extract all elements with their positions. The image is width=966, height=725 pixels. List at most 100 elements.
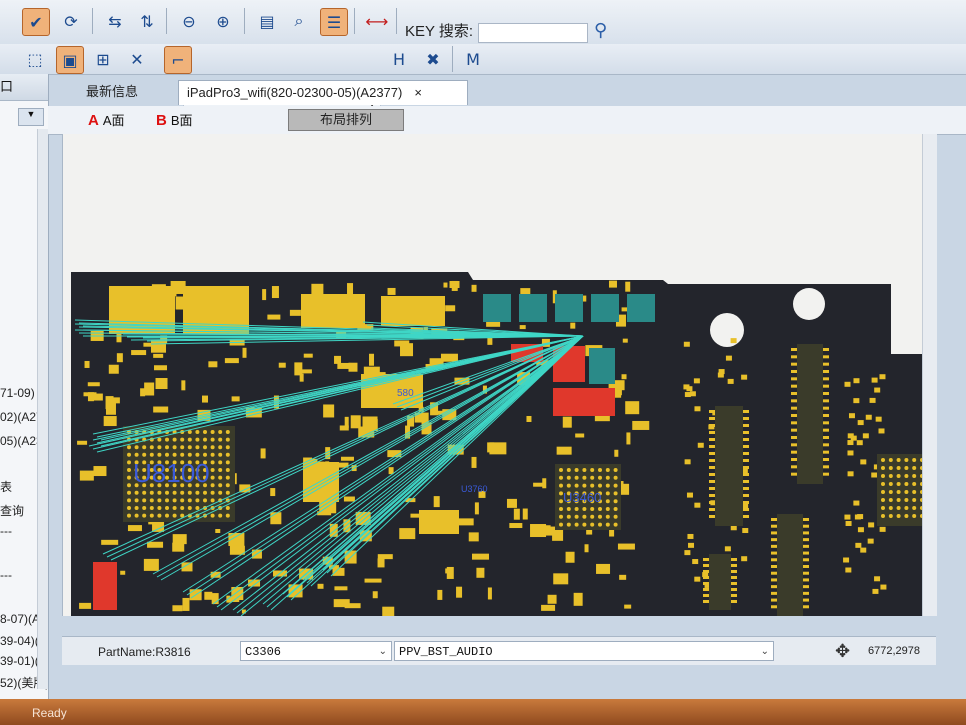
pad <box>692 559 699 565</box>
pin <box>709 487 715 490</box>
bga-ball <box>590 507 595 511</box>
pad <box>108 364 119 374</box>
probe-icon[interactable]: M <box>460 46 486 72</box>
fit-icon[interactable]: ▤ <box>254 8 280 34</box>
board-canvas[interactable]: U8100 U3460 U3760 580 <box>62 134 937 616</box>
zoom-90-icon[interactable]: ⟳ <box>58 8 84 34</box>
bga-ball <box>172 490 177 495</box>
pad <box>717 372 724 378</box>
check-icon[interactable]: ✔ <box>22 8 50 36</box>
bga-ball <box>613 468 618 472</box>
bga-ball <box>225 452 230 457</box>
bga-ball <box>904 506 909 510</box>
pad <box>474 502 479 515</box>
tab-side-b[interactable]: B B面 <box>156 110 193 132</box>
bga-ball <box>134 506 139 510</box>
connector <box>709 554 731 610</box>
pin <box>791 362 797 366</box>
bga-ball <box>896 490 901 494</box>
net-combo-value: PPV_BST_AUDIO <box>399 645 493 659</box>
pin <box>771 605 777 609</box>
measure-icon[interactable]: ⟷ <box>364 8 390 34</box>
tab-side-a[interactable]: A A面 <box>88 110 125 132</box>
list-icon[interactable]: ☰ <box>320 8 348 36</box>
toolbar-divider <box>92 8 93 34</box>
close-icon[interactable]: × <box>414 85 422 100</box>
pin <box>731 588 737 591</box>
panel-scrollbar[interactable] <box>37 129 48 689</box>
pad <box>857 420 864 426</box>
bga-ball <box>127 498 131 503</box>
pad <box>377 554 393 560</box>
pad <box>150 339 166 353</box>
bga-ball <box>195 437 200 442</box>
flip-vertical-icon[interactable]: ⇅ <box>134 8 160 34</box>
net-icon[interactable]: ⌐ <box>164 46 192 74</box>
pin <box>823 377 829 381</box>
bga-ball <box>218 468 223 472</box>
list-item[interactable]: 71-09) <box>0 386 35 400</box>
select-icon[interactable]: ⬚ <box>22 46 48 72</box>
zoom-out-icon[interactable]: ⊖ <box>176 8 202 34</box>
save-icon[interactable]: H <box>386 46 412 72</box>
bga-ball <box>127 460 131 465</box>
chip-label: U3760 <box>461 484 488 494</box>
connector <box>777 514 803 616</box>
pin <box>823 450 829 454</box>
search-icon[interactable]: ⚲ <box>594 20 607 41</box>
pad <box>542 478 547 489</box>
tab-board-file[interactable]: iPadPro3_wifi(820-02300-05)(A2377) × <box>178 80 468 105</box>
pin-icon[interactable]: ✕ <box>124 46 150 72</box>
pad <box>697 442 704 448</box>
pad <box>619 574 627 580</box>
toolbar-divider <box>166 8 167 34</box>
pin <box>703 600 709 603</box>
pin <box>771 551 777 555</box>
zoom-in-icon[interactable]: ⊕ <box>210 8 236 34</box>
list-item[interactable]: 查询 <box>0 502 24 519</box>
pad <box>556 446 572 455</box>
panel-dropdown[interactable]: ▼ <box>18 108 44 126</box>
bga-ball <box>180 452 185 457</box>
pad <box>204 591 213 600</box>
find-icon[interactable]: ⌕ <box>286 8 312 34</box>
delete-icon[interactable]: ✖ <box>420 46 446 72</box>
bga-ball <box>881 498 885 502</box>
key-search-input[interactable] <box>478 23 588 43</box>
pad <box>278 362 286 368</box>
pad <box>573 592 583 606</box>
pin <box>771 524 777 528</box>
pcb-board-view[interactable]: U8100 U3460 U3760 580 <box>63 134 923 616</box>
pin <box>803 538 809 542</box>
bga-ball <box>613 483 618 488</box>
bga-ball <box>203 452 207 457</box>
ready-status: Ready <box>32 706 67 720</box>
net-combo[interactable]: PPV_BST_AUDIO ⌄ <box>394 641 774 661</box>
bga-ball <box>225 506 230 510</box>
flip-horizontal-icon[interactable]: ⇆ <box>102 8 128 34</box>
pad <box>400 343 414 357</box>
connector <box>715 406 743 526</box>
list-item[interactable]: 表 <box>0 478 12 495</box>
bga-ball <box>896 498 901 502</box>
pad <box>844 514 851 520</box>
part-combo[interactable]: C3306 ⌄ <box>240 641 392 661</box>
pad <box>867 538 874 544</box>
component-icon[interactable]: ▣ <box>56 46 84 74</box>
bga-ball <box>210 513 215 518</box>
bga-ball <box>157 513 162 518</box>
bga-ball <box>613 507 618 511</box>
bga-ball <box>180 498 185 503</box>
bga-ball <box>195 490 200 495</box>
pad <box>101 539 119 545</box>
pin <box>743 410 749 413</box>
pad <box>372 591 378 599</box>
bga-ball <box>912 506 917 510</box>
pad <box>84 360 90 368</box>
layout-arrange-button[interactable]: 布局排列 <box>288 109 404 131</box>
pin <box>823 362 829 366</box>
bga-ball <box>172 445 177 450</box>
pad <box>694 502 701 508</box>
canvas-scrollbar[interactable] <box>922 134 937 616</box>
grid-icon[interactable]: ⊞ <box>90 46 116 72</box>
